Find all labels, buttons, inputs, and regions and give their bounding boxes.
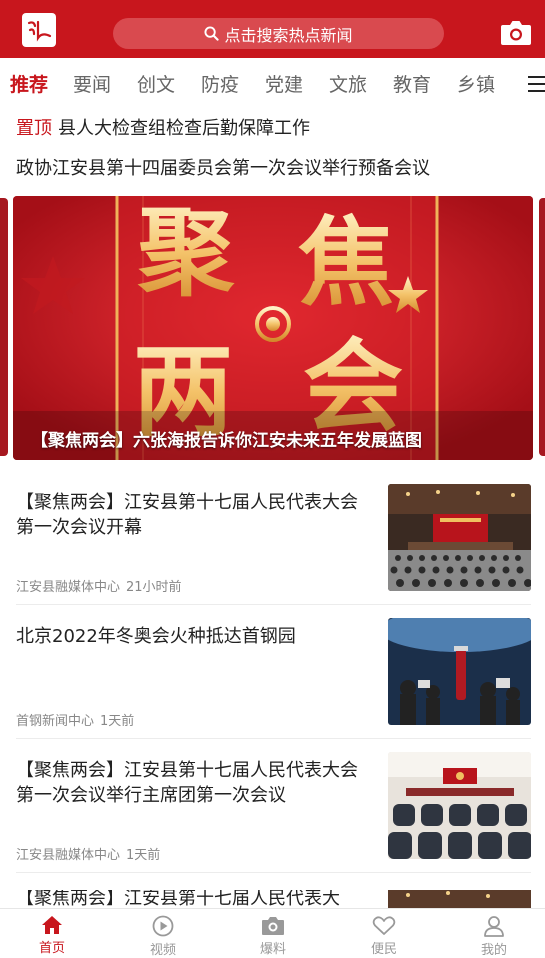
- news-title: 北京2022年冬奥会火种抵达首钢园: [16, 626, 296, 647]
- news-title: 【聚焦两会】江安县第十七届人民代表大会第一次会议开幕: [16, 492, 358, 538]
- news-time: 1天前: [100, 714, 135, 729]
- tabs-fade: [508, 58, 528, 108]
- menu-icon[interactable]: [528, 76, 545, 92]
- jiangan-logo-icon[interactable]: [22, 13, 56, 47]
- news-thumbnail: [388, 484, 531, 591]
- tab-culture-tourism[interactable]: 文旅: [329, 70, 367, 97]
- news-time: 21小时前: [126, 580, 182, 595]
- bottom-nav: 首页 视频 爆料 便民 我的: [0, 908, 545, 958]
- news-thumbnail: [388, 890, 531, 908]
- divider: [16, 738, 531, 739]
- camera-icon: [262, 917, 284, 935]
- tab-education[interactable]: 教育: [393, 70, 431, 97]
- channel-tabs: 推荐 要闻 创文 防疫 党建 文旅 教育 乡镇: [0, 58, 545, 108]
- play-icon: [152, 915, 174, 937]
- carousel-next-slide[interactable]: [539, 198, 545, 456]
- news-source: 江安县融媒体中心: [16, 580, 121, 595]
- news-meta: 首钢新闻中心 1天前: [16, 710, 134, 729]
- news-item[interactable]: 北京2022年冬奥会火种抵达首钢园 首钢新闻中心 1天前: [0, 618, 545, 756]
- poster-char-1: 聚: [137, 196, 235, 309]
- nav-report[interactable]: 爆料: [243, 915, 303, 957]
- pinned-title: 县人大检查组检查后勤保障工作: [58, 118, 310, 139]
- divider: [16, 604, 531, 605]
- pinned-headline[interactable]: 置顶 县人大检查组检查后勤保障工作: [16, 114, 310, 140]
- pinned-tag: 置顶: [16, 118, 52, 139]
- divider: [16, 872, 531, 873]
- nav-services[interactable]: 便民: [354, 915, 414, 957]
- search-placeholder: 点击搜索热点新闻: [224, 25, 353, 45]
- banner-carousel[interactable]: 聚 焦 两 会 【聚焦两会】六张海报告诉你江安未来五年发展蓝图: [0, 196, 545, 460]
- search-icon: [204, 26, 220, 41]
- news-meta: 江安县融媒体中心 21小时前: [16, 576, 182, 595]
- nav-label: 爆料: [259, 942, 286, 957]
- news-item[interactable]: 【聚焦两会】江安县第十七届人民代表大会第一次会议举行主席团第一次会议 江安县融媒…: [0, 752, 545, 890]
- tab-recommend[interactable]: 推荐: [10, 70, 48, 97]
- nav-label: 首页: [38, 941, 65, 956]
- carousel-caption: 【聚焦两会】六张海报告诉你江安未来五年发展蓝图: [31, 431, 422, 451]
- nav-label: 我的: [480, 943, 507, 958]
- tab-news[interactable]: 要闻: [73, 70, 111, 97]
- search-bar[interactable]: 点击搜索热点新闻: [113, 18, 444, 49]
- carousel-prev-slide[interactable]: [0, 198, 8, 456]
- nav-home[interactable]: 首页: [22, 915, 82, 956]
- news-title: 【聚焦两会】江安县第十七届人民代表大会第一次会议举行主席团第一次会议: [16, 760, 358, 806]
- news-source: 江安县融媒体中心: [16, 848, 121, 863]
- news-item[interactable]: 【聚焦两会】江安县第十七届人民代表大会第一次会议开幕 江安县融媒体中心 21小时前: [0, 484, 545, 622]
- camera-icon[interactable]: [500, 18, 532, 46]
- news-item[interactable]: 【聚焦两会】江安县第十七届人民代表大: [0, 890, 545, 908]
- heart-icon: [372, 916, 396, 935]
- news-thumbnail: [388, 752, 531, 859]
- tab-party[interactable]: 党建: [265, 70, 303, 97]
- news-source: 首钢新闻中心: [16, 714, 95, 729]
- news-title: 【聚焦两会】江安县第十七届人民代表大: [16, 890, 340, 908]
- tab-towns[interactable]: 乡镇: [457, 70, 495, 97]
- nav-video[interactable]: 视频: [133, 915, 193, 958]
- news-thumbnail: [388, 618, 531, 725]
- tab-epidemic[interactable]: 防疫: [201, 70, 239, 97]
- nav-label: 便民: [370, 942, 397, 957]
- focus-sessions-poster: 聚 焦 两 会: [13, 196, 533, 460]
- nav-label: 视频: [149, 943, 176, 958]
- tab-civilization[interactable]: 创文: [137, 70, 175, 97]
- carousel-slide[interactable]: 聚 焦 两 会 【聚焦两会】六张海报告诉你江安未来五年发展蓝图: [13, 196, 533, 460]
- poster-char-2: 焦: [298, 206, 394, 319]
- news-meta: 江安县融媒体中心 1天前: [16, 844, 160, 863]
- app-header: 点击搜索热点新闻: [0, 0, 545, 58]
- headline-text[interactable]: 政协江安县第十四届委员会第一次会议举行预备会议: [16, 154, 430, 180]
- user-icon: [484, 916, 504, 937]
- nav-profile[interactable]: 我的: [464, 915, 524, 958]
- news-time: 1天前: [126, 848, 161, 863]
- home-icon: [42, 916, 62, 934]
